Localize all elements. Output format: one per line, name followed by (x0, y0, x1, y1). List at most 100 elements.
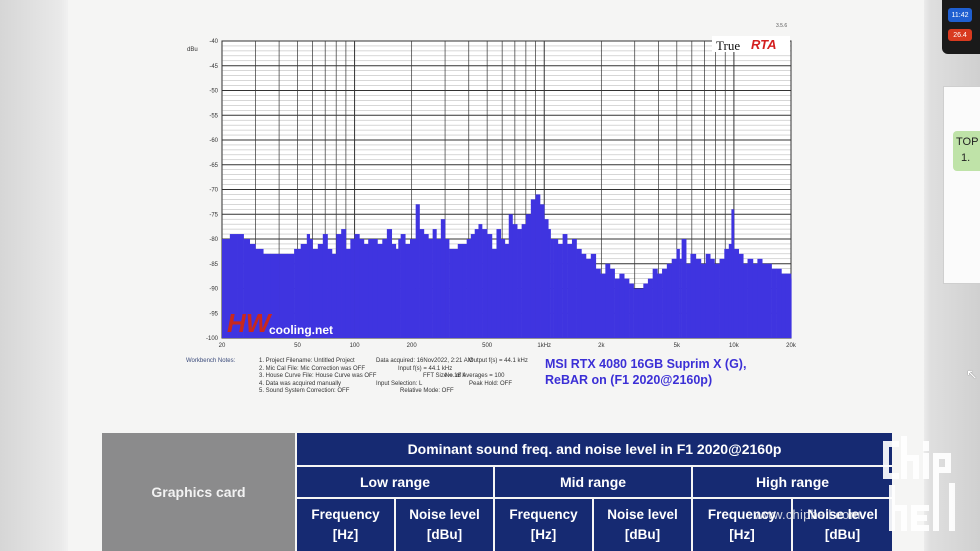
caption-line1: MSI RTX 4080 16GB Suprim X (G), (545, 357, 747, 371)
spectrum-bar (466, 239, 472, 338)
top-badge[interactable]: TOP 1. (953, 131, 980, 171)
spectrum-bar (638, 288, 644, 338)
spectrum-bar (629, 283, 634, 338)
header-line: Frequency (509, 507, 578, 522)
spectrum-bar (530, 199, 536, 338)
spectrum-bar (681, 239, 687, 338)
spectrum-bar (398, 239, 401, 338)
watermark-url: www.chiphell.com (754, 507, 861, 522)
spectrum-bar (491, 248, 497, 338)
spectrum-bar (757, 258, 763, 338)
spectrum-bar (372, 239, 378, 338)
spectrum-bar (731, 209, 735, 338)
spectrum-bar (733, 248, 740, 338)
x-tick-label: 20 (219, 343, 226, 349)
spectrum-bar (728, 243, 732, 338)
spectrum-bar (500, 239, 506, 338)
spectrum-bar (666, 263, 673, 338)
tray-temp-badge: 26.4 (948, 29, 972, 41)
spectrum-bar (595, 268, 601, 338)
note-line: No. of Averages = 100 (445, 373, 505, 380)
spectrum-bar (619, 273, 625, 338)
spectrum-bar (544, 219, 549, 338)
header-line: Frequency (311, 507, 380, 522)
spectrum-bar (487, 234, 493, 338)
tray-clock-badge: 11:42 (948, 8, 972, 22)
spectrum-bar (512, 224, 518, 338)
spectrum-bar (548, 229, 551, 338)
note-line: 2. Mic Cal File: Mic Correction was OFF (259, 365, 366, 372)
header-unit: [dBu] (426, 527, 463, 542)
header-unit: [Hz] (729, 527, 755, 542)
spectrum-bar (449, 248, 454, 338)
y-tick-label: -85 (209, 262, 218, 268)
y-tick-label: -80 (209, 237, 218, 243)
spectrum-bar (368, 239, 374, 338)
spectrum-bar (700, 263, 706, 338)
hwcooling-logo-hw: HW (227, 308, 273, 338)
spectrum-bar (400, 234, 406, 338)
spectrum-bar (567, 243, 573, 338)
spectrum-bar (690, 253, 697, 338)
header-unit: [Hz] (530, 527, 557, 542)
table-title: Dominant sound freq. and noise level in … (297, 433, 892, 465)
spectrum-bar (359, 239, 365, 338)
spectrum-bar (585, 258, 592, 338)
spectrum-bar (633, 288, 639, 338)
truerta-logo-rta: RTA (751, 37, 777, 52)
x-tick-label: 10k (729, 343, 740, 349)
spectrum-bar (605, 263, 611, 338)
mid-frequency-header: Frequency [Hz] (495, 499, 592, 551)
spectrum-bar (440, 219, 446, 338)
spectrum-bar (791, 278, 792, 338)
spectrum-bar (743, 263, 748, 338)
spectrum-bar (590, 253, 597, 338)
x-tick-label: 100 (350, 343, 361, 349)
spectrum-bar (714, 263, 720, 338)
spectrum-bar (436, 239, 442, 338)
spectrum-bar (496, 229, 502, 338)
spectrum-bar (521, 224, 527, 338)
y-tick-label: -50 (209, 89, 218, 95)
note-line: Relative Mode: OFF (400, 388, 454, 395)
noise-table: Graphics card Dominant sound freq. and n… (102, 433, 892, 551)
workbench-notes-col3: Output f(s) = 44.1 kHz No. of Averages =… (445, 358, 528, 388)
x-tick-label: 5k (674, 343, 681, 349)
spectrum-bar (419, 229, 425, 338)
spectrum-bar (386, 229, 393, 338)
header-unit: [dBu] (824, 527, 861, 542)
workbench-notes-label: Workbench Notes: (186, 358, 236, 364)
spectrum-bar (671, 258, 677, 338)
spectrum-bar (557, 243, 563, 338)
spectrum-bar (457, 243, 463, 338)
y-tick-label: -90 (209, 287, 218, 293)
graphics-card-header: Graphics card (102, 433, 295, 551)
spectrum-bar (662, 268, 668, 338)
spectrum-bar (474, 229, 479, 338)
spectrum-bar (752, 263, 758, 338)
y-tick-label: -40 (209, 39, 218, 45)
spectrum-bar (624, 278, 630, 338)
spectrum-bar (724, 248, 730, 338)
note-line: Output f(s) = 44.1 kHz (469, 358, 528, 364)
spectrum-bar (695, 258, 702, 338)
x-tick-label: 500 (482, 343, 493, 349)
note-line (445, 366, 528, 374)
spectrum-bar (482, 229, 488, 338)
spectrum-bar (652, 268, 658, 338)
note-line: 1. Project Filename: Untitled Project (259, 358, 355, 364)
y-tick-label: -45 (209, 64, 218, 70)
note-line: 5. Sound System Correction: OFF (259, 388, 350, 395)
spectrum-bar (785, 273, 792, 338)
side-panel (943, 86, 980, 284)
header-unit: [dBu] (624, 527, 661, 542)
hwcooling-logo: HW cooling.net (227, 308, 333, 338)
x-tick-label: 1kHz (537, 343, 551, 349)
x-tick-label: 200 (407, 343, 418, 349)
spectrum-bar (738, 253, 744, 338)
spectrum-bar (415, 204, 420, 338)
spectrum-bar (395, 248, 399, 338)
spectrum-bar (504, 243, 510, 338)
y-tick-label: -60 (209, 138, 218, 144)
note-line: Peak Hold: OFF (469, 380, 513, 387)
